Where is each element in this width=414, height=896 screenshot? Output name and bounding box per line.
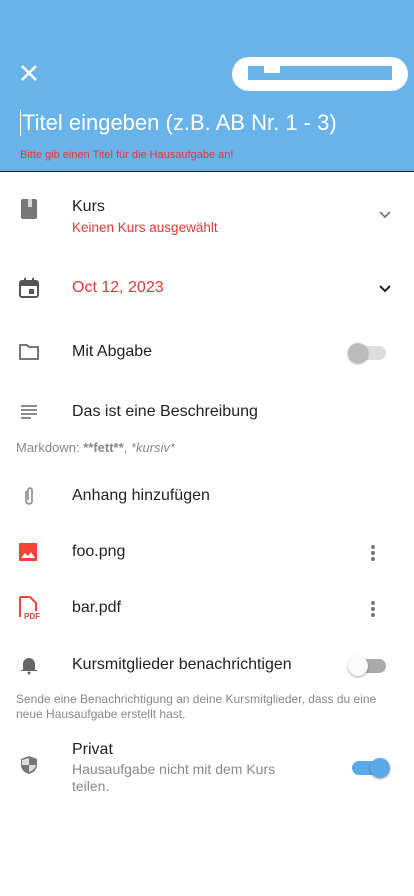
bell-icon <box>21 658 37 675</box>
add-attachment-button[interactable]: Anhang hinzufügen <box>0 476 414 516</box>
title-error: Bitte gib einen Titel für die Hausaufgab… <box>20 149 234 161</box>
pdf-icon: PDF <box>19 596 40 621</box>
image-icon <box>19 543 37 561</box>
description-value: Das ist eine Beschreibung <box>72 403 258 420</box>
description-row[interactable]: Das ist eine Beschreibung <box>0 392 414 432</box>
title-input[interactable]: Titel eingeben (z.B. AB Nr. 1 - 3) <box>20 110 337 136</box>
attachment-name: bar.pdf <box>72 599 121 616</box>
notes-icon <box>21 405 37 419</box>
paperclip-icon <box>25 487 33 505</box>
svg-text:PDF: PDF <box>24 612 40 621</box>
submission-toggle[interactable] <box>348 343 386 363</box>
save-button[interactable] <box>232 57 408 91</box>
close-icon[interactable] <box>18 62 40 84</box>
more-options-icon[interactable] <box>370 600 376 618</box>
date-value: Oct 12, 2023 <box>72 279 164 296</box>
more-options-icon[interactable] <box>370 544 376 562</box>
notify-hint: Sende eine Benachrichtigung an deine Kur… <box>16 692 377 721</box>
submission-label: Mit Abgabe <box>72 343 153 360</box>
private-row: Privat Hausaufgabe nicht mit dem Kurs te… <box>0 740 414 796</box>
shield-icon <box>21 756 37 774</box>
course-value: Keinen Kurs ausgewählt <box>72 220 218 235</box>
course-selector[interactable]: Kurs Keinen Kurs ausgewählt <box>0 190 414 246</box>
save-button-label-placeholder <box>248 66 392 80</box>
attachment-item[interactable]: foo.png <box>0 532 414 572</box>
add-attachment-label: Anhang hinzufügen <box>72 487 210 504</box>
private-label: Privat <box>72 741 113 758</box>
calendar-icon <box>19 278 39 298</box>
course-label: Kurs <box>72 198 105 215</box>
markdown-hint: Markdown: **fett**, *kursiv* <box>16 440 175 455</box>
private-toggle[interactable] <box>352 758 390 778</box>
submission-row: Mit Abgabe <box>0 332 414 372</box>
notify-label: Kursmitglieder benachrichtigen <box>72 656 292 673</box>
attachment-name: foo.png <box>72 543 126 560</box>
date-selector[interactable]: Oct 12, 2023 <box>0 270 414 310</box>
notify-row: Kursmitglieder benachrichtigen <box>0 645 414 685</box>
notify-toggle[interactable] <box>348 656 386 676</box>
app-header: Titel eingeben (z.B. AB Nr. 1 - 3) Bitte… <box>0 0 414 172</box>
private-sub: Hausaufgabe nicht mit dem Kurs teilen. <box>72 761 276 794</box>
chevron-down-icon <box>379 211 391 219</box>
folder-icon <box>19 344 39 360</box>
book-icon <box>21 199 37 219</box>
chevron-down-icon <box>379 285 391 293</box>
attachment-item[interactable]: PDF bar.pdf <box>0 588 414 628</box>
